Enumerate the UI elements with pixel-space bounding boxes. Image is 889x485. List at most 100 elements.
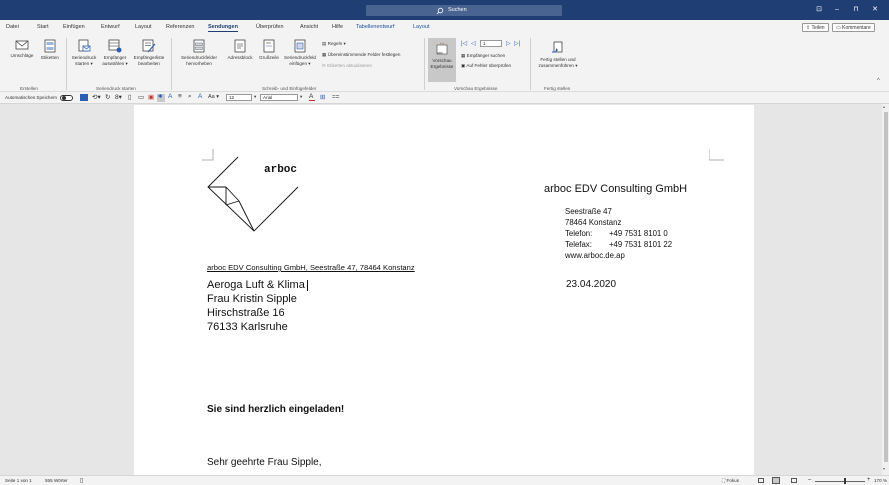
previous-record-icon[interactable]: ◁ <box>471 40 476 47</box>
search-box[interactable]: Suchen <box>366 5 562 16</box>
scroll-thumb[interactable] <box>883 112 888 462</box>
font-color-icon[interactable]: A <box>309 93 313 100</box>
title-bar: Dokument1 - Kompatibilitätsmodus - Word … <box>0 0 889 20</box>
last-record-icon[interactable]: ▷| <box>514 40 520 47</box>
tab-layout[interactable]: Layout <box>135 24 152 30</box>
fertig-stellen-button[interactable]: Fertig stellen und zusammenführen ▾ <box>534 41 582 68</box>
recipient-contact: Frau Kristin Sipple <box>207 293 297 305</box>
new-document-icon[interactable]: ▯ <box>128 93 132 101</box>
change-case-icon[interactable]: Aa ▾ <box>208 94 219 100</box>
font-name-dropdown-icon[interactable]: ▾ <box>300 94 302 100</box>
felder-festlegen-button[interactable]: ▦ Übereinstimmende Felder festlegen <box>322 52 400 58</box>
web-layout-icon[interactable] <box>791 478 797 483</box>
page-count[interactable]: Seite 1 von 1 <box>5 478 32 483</box>
fax-number: +49 7531 8101 22 <box>609 240 673 249</box>
tab-sendungen[interactable]: Sendungen <box>208 24 238 32</box>
empfaengerliste-bearbeiten-button[interactable]: Empfängerliste bearbeiten <box>131 39 167 66</box>
labels-icon <box>44 39 56 53</box>
find-icon[interactable]: ⌕ <box>188 93 192 101</box>
print-preview-icon[interactable]: ▣ <box>148 93 154 101</box>
table-icon[interactable]: ⊞ <box>320 93 325 101</box>
customize-qat-icon[interactable]: ⩵ <box>332 93 339 101</box>
autosave-toggle[interactable] <box>60 94 73 101</box>
scroll-down-icon[interactable]: ▾ <box>883 466 885 471</box>
empfaenger-auswaehlen-button[interactable]: Empfänger auswählen ▾ <box>100 39 130 66</box>
seriendruck-starten-button[interactable]: Seriendruck starten ▾ <box>68 39 100 66</box>
ribbon-display-button[interactable]: ⊡ <box>812 4 826 16</box>
print-layout-icon[interactable] <box>772 477 780 484</box>
seriendruckfeld-einfuegen-button[interactable]: Seriendruckfeld einfügen ▾ <box>281 39 319 66</box>
vorschau-ergebnisse-button[interactable]: « » Vorschau Ergebnisse <box>428 38 456 82</box>
vertical-scrollbar[interactable]: ▴ ▾ <box>882 104 889 475</box>
tab-hilfe[interactable]: Hilfe <box>332 24 343 30</box>
tab-ueberpruefen[interactable]: Überprüfen <box>256 24 284 30</box>
etiketten-aktualisieren-button[interactable]: ⟳ Etiketten aktualisieren <box>322 63 372 69</box>
format-painter-icon[interactable]: A <box>198 93 202 100</box>
ribbon-tabs: Datei Start Einfügen Entwurf Layout Refe… <box>0 20 889 34</box>
toggle-knob <box>62 96 66 100</box>
status-bar: Seite 1 von 1 555 Wörter ▯ ⛶ Fokus – + 1… <box>0 475 889 485</box>
regeln-button[interactable]: ▤ Regeln ▾ <box>322 41 346 47</box>
word-count[interactable]: 555 Wörter <box>45 478 68 483</box>
seriendruckfelder-hervorheben-button[interactable]: Seriendruckfelder hervorheben <box>174 39 224 66</box>
highlight-fields-icon <box>193 39 205 53</box>
tab-entwurf[interactable]: Entwurf <box>101 24 120 30</box>
open-icon[interactable]: ▭ <box>138 93 144 101</box>
auf-fehler-ueberpruefen-button[interactable]: ▣ Auf Fehler überprüfen <box>461 63 511 69</box>
undo-icon[interactable]: ⟲▾ <box>92 93 101 101</box>
first-record-icon[interactable]: |◁ <box>461 40 467 47</box>
tab-layout-table[interactable]: Layout <box>413 24 430 30</box>
focus-button[interactable]: ⛶ Fokus <box>722 478 739 483</box>
letter-subject: Sie sind herzlich eingeladen! <box>207 404 345 415</box>
adressblock-button[interactable]: Adressblock <box>225 39 255 61</box>
recipient-street: Hirschstraße 16 <box>207 307 285 319</box>
etiketten-button[interactable]: Etiketten <box>37 39 63 61</box>
redo-icon[interactable]: ↻ <box>105 93 110 101</box>
select-recipients-icon <box>108 39 122 53</box>
zoom-level[interactable]: 170 % <box>874 478 887 483</box>
tab-tabellenentwurf[interactable]: Tabellenentwurf <box>356 24 395 30</box>
company-name: arboc EDV Consulting GmbH <box>544 183 688 195</box>
font-size-box[interactable]: 12 <box>226 94 252 101</box>
share-button[interactable]: ⇪ Teilen <box>802 23 829 32</box>
tab-einfuegen[interactable]: Einfügen <box>63 24 85 30</box>
close-button[interactable]: ✕ <box>868 4 882 16</box>
tab-referenzen[interactable]: Referenzen <box>166 24 194 30</box>
umschlaege-button[interactable]: Umschläge <box>8 39 36 59</box>
text-effects-icon[interactable]: A <box>168 93 172 100</box>
top-right-margin-mark <box>709 149 724 161</box>
zoom-in-icon[interactable]: + <box>867 477 871 483</box>
minimize-button[interactable]: – <box>830 4 844 16</box>
grusszeile-button[interactable]: Grußzeile <box>256 39 282 61</box>
collapse-ribbon-icon[interactable]: ^ <box>877 78 880 84</box>
edit-list-icon <box>142 39 156 53</box>
company-website: www.arboc.de.ap <box>565 251 625 260</box>
empfaenger-suchen-button[interactable]: ▦ Empfänger suchen <box>461 53 505 59</box>
zoom-out-icon[interactable]: – <box>808 477 811 483</box>
search-icon <box>436 7 444 15</box>
font-name-box[interactable]: Arial <box>260 94 298 101</box>
maximize-button[interactable]: ⊓ <box>849 4 863 16</box>
tab-ansicht[interactable]: Ansicht <box>300 24 318 30</box>
group-separator <box>424 38 425 90</box>
repeat-icon[interactable]: 8▾ <box>115 93 122 101</box>
align-icon[interactable]: ≡ <box>178 93 182 100</box>
document-page[interactable]: arboc arboc EDV Consulting GmbH Seestraß… <box>134 105 754 475</box>
font-size-dropdown-icon[interactable]: ▾ <box>254 94 256 100</box>
group-fertig-label: Fertig stellen <box>544 86 571 91</box>
comments-button[interactable]: ▭ Kommentare <box>832 23 875 32</box>
record-number-input[interactable]: 1 <box>480 40 502 47</box>
zoom-slider-thumb[interactable] <box>844 478 846 484</box>
proofing-icon[interactable]: ▯ <box>80 477 83 484</box>
next-record-icon[interactable]: ▷ <box>506 40 511 47</box>
highlight-icon[interactable]: ✱ <box>157 94 165 102</box>
group-separator <box>171 38 172 90</box>
scroll-up-icon[interactable]: ▴ <box>883 104 885 109</box>
read-mode-icon[interactable] <box>758 478 764 483</box>
tab-datei[interactable]: Datei <box>6 24 19 30</box>
company-city: 78464 Konstanz <box>565 218 622 227</box>
autosave-label: Automatisches Speichern <box>5 95 58 100</box>
zoom-slider-track[interactable] <box>815 480 865 482</box>
save-icon[interactable] <box>80 94 88 101</box>
tab-start[interactable]: Start <box>37 24 49 30</box>
